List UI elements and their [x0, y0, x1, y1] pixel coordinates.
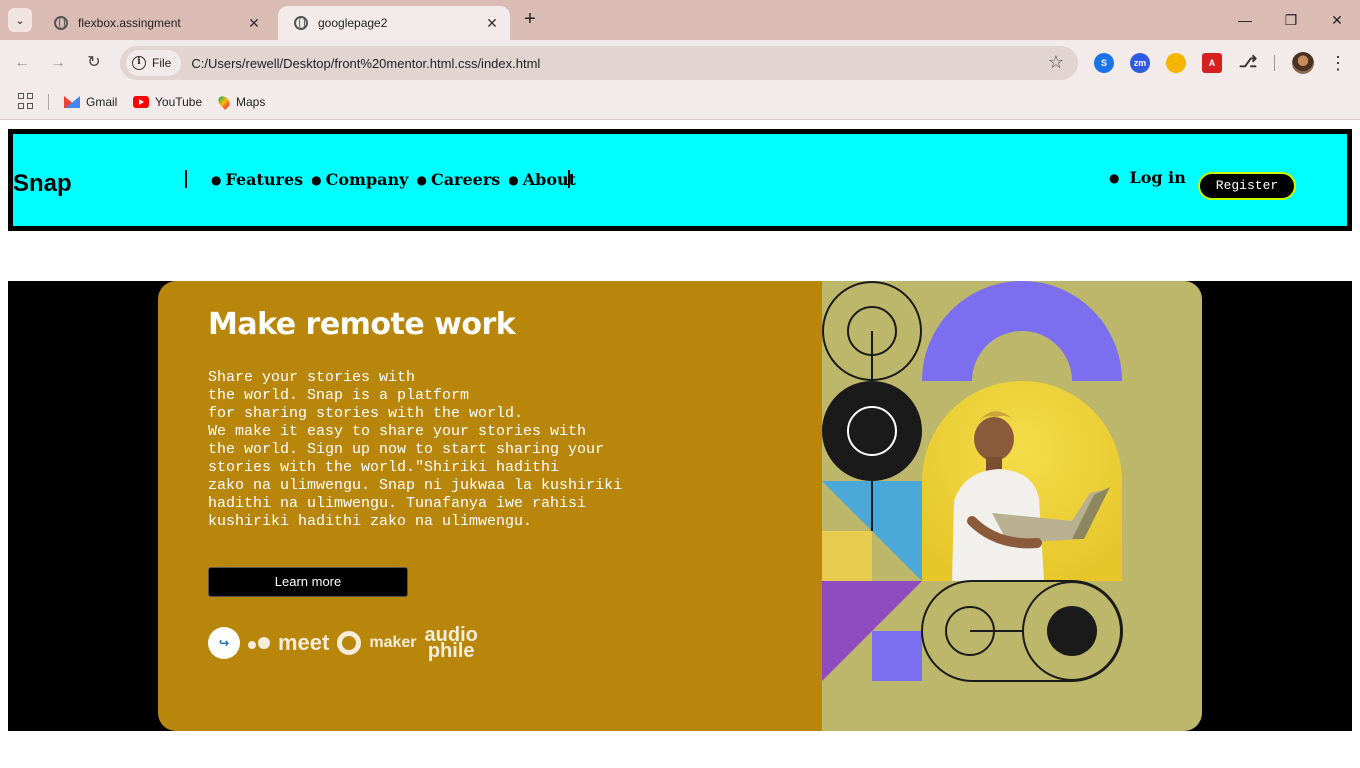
- hero-section: Make remote work Share your stories with…: [8, 281, 1352, 731]
- bookmark-youtube[interactable]: YouTube: [133, 93, 202, 111]
- nav-divider: [185, 170, 187, 188]
- bullet-icon: ●: [1109, 170, 1120, 185]
- login-link[interactable]: ● Log in: [1109, 168, 1186, 187]
- hero-illustration: [822, 281, 1202, 731]
- site-info-chip[interactable]: i File: [126, 50, 182, 76]
- close-window-button[interactable]: ✕: [1325, 8, 1349, 32]
- maker-ring-icon: [337, 631, 362, 655]
- nav-links: ● Features ● Company ● Careers ● About: [211, 170, 576, 189]
- bookmark-label: Maps: [236, 95, 266, 109]
- forward-button[interactable]: →: [46, 51, 70, 75]
- client-meet: meet: [278, 630, 330, 655]
- shazam-icon[interactable]: S: [1094, 53, 1114, 73]
- nav-link-careers[interactable]: ● Careers: [416, 170, 500, 189]
- arch-shape: [922, 281, 1122, 381]
- black-disc-shape: [822, 381, 922, 481]
- site-logo[interactable]: Snap: [13, 170, 72, 198]
- bullet-icon: ●: [416, 172, 427, 187]
- login-label: Log in: [1129, 168, 1186, 187]
- new-tab-button[interactable]: +: [518, 8, 542, 32]
- bookmarks-divider: [48, 94, 49, 110]
- tab-googlepage2[interactable]: googlepage2 ✕: [278, 6, 510, 40]
- puzzle-icon[interactable]: ⎇: [1238, 53, 1258, 73]
- bookmark-label: YouTube: [155, 95, 203, 109]
- nav-link-company[interactable]: ● Company: [311, 170, 408, 189]
- hero-title: Make remote work: [208, 307, 516, 342]
- text-caret: [568, 170, 570, 188]
- info-icon: i: [132, 56, 146, 70]
- url-text[interactable]: C:/Users/rewell/Desktop/front%20mentor.h…: [191, 56, 540, 71]
- client-logos: ↪ meet maker audio phile: [208, 625, 478, 662]
- nav-link-label: Company: [325, 170, 409, 189]
- bullet-icon: ●: [211, 172, 222, 187]
- register-button[interactable]: Register: [1198, 172, 1296, 200]
- bookmark-maps[interactable]: Maps: [216, 93, 266, 111]
- yellow-block: [822, 531, 872, 581]
- globe-icon: [54, 16, 68, 30]
- browser-toolbar: ← → ↻ i File C:/Users/rewell/Desktop/fro…: [0, 40, 1360, 86]
- client-logo-circle-icon: ↪: [208, 627, 240, 659]
- hero-description: Share your stories with the world. Snap …: [208, 369, 623, 530]
- tab-flexbox[interactable]: flexbox.assingment ✕: [38, 6, 272, 40]
- hero-content: Make remote work Share your stories with…: [158, 281, 822, 731]
- client-maker: maker: [369, 634, 417, 651]
- site-navbar: Snap ● Features ● Company ● Careers ● About …: [8, 129, 1352, 231]
- reload-icon: ↻: [87, 54, 101, 71]
- tab-search-button[interactable]: ⌄: [8, 8, 32, 32]
- nav-link-label: Features: [225, 170, 304, 189]
- zoom-icon[interactable]: zm: [1130, 53, 1150, 73]
- bullet-icon: ●: [508, 172, 519, 187]
- arrow-right-icon: →: [50, 54, 66, 71]
- tab-strip: ⌄ flexbox.assingment ✕ googlepage2 ✕ + —…: [0, 0, 1360, 40]
- toolbar-divider: [1274, 55, 1275, 71]
- bookmarks-bar: Gmail YouTube Maps: [0, 86, 1360, 120]
- client-audiophile: audio phile: [425, 625, 478, 662]
- client-phile: phile: [427, 640, 475, 662]
- kebab-menu-icon[interactable]: ⋮: [1328, 51, 1348, 75]
- profile-avatar[interactable]: [1292, 52, 1314, 74]
- geometric-art: [822, 281, 1123, 682]
- close-icon[interactable]: ✕: [482, 13, 502, 33]
- learn-more-button[interactable]: Learn more: [208, 567, 408, 597]
- close-icon[interactable]: ✕: [244, 13, 264, 33]
- page-viewport: Snap ● Features ● Company ● Careers ● About …: [0, 121, 1360, 768]
- bullet-icon: ●: [311, 172, 322, 187]
- address-bar[interactable]: i File C:/Users/rewell/Desktop/front%20m…: [120, 46, 1078, 80]
- plus-icon: +: [524, 8, 536, 30]
- bookmark-star-icon[interactable]: ☆: [1048, 52, 1064, 73]
- nav-link-label: Careers: [430, 170, 501, 189]
- pdf-icon[interactable]: A: [1202, 53, 1222, 73]
- bookmark-label: Gmail: [86, 95, 118, 109]
- chevron-down-icon: ⌄: [15, 14, 25, 27]
- tab-title: flexbox.assingment: [78, 16, 181, 30]
- youtube-icon: [133, 96, 149, 108]
- nav-link-about[interactable]: ● About: [508, 170, 576, 189]
- maps-icon: [216, 94, 232, 110]
- reload-button[interactable]: ↻: [82, 51, 106, 75]
- arrow-left-icon: ←: [14, 54, 30, 71]
- minimize-button[interactable]: —: [1233, 8, 1257, 32]
- dots-icon: [248, 637, 270, 649]
- violet-square: [872, 631, 922, 681]
- bookmark-gmail[interactable]: Gmail: [64, 93, 117, 111]
- site-chip-label: File: [152, 56, 172, 70]
- globe-icon: [294, 16, 308, 30]
- tab-title: googlepage2: [318, 16, 388, 30]
- restore-button[interactable]: ❐: [1279, 8, 1303, 32]
- black-dot-shape: [1047, 606, 1097, 656]
- orange-extension-icon[interactable]: [1166, 53, 1186, 73]
- back-button[interactable]: ←: [10, 51, 34, 75]
- gmail-icon: [64, 96, 80, 108]
- apps-grid-icon[interactable]: [18, 93, 34, 109]
- nav-link-features[interactable]: ● Features: [211, 170, 303, 189]
